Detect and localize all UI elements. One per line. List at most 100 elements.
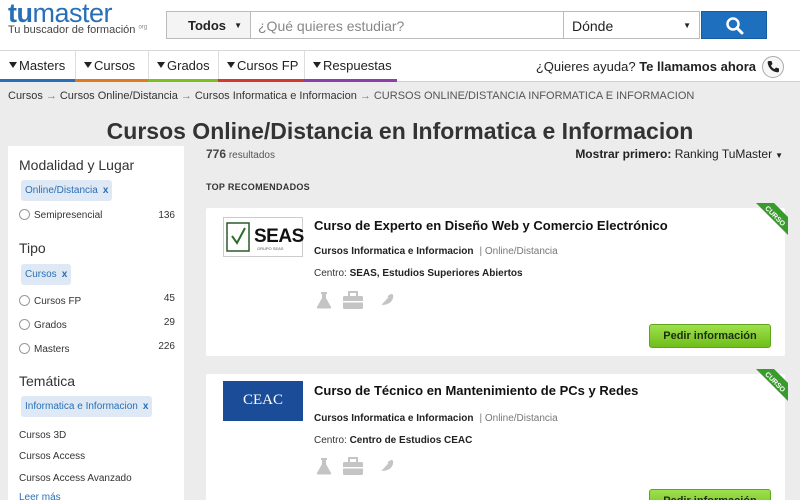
centro-label: Centro: [314,268,347,279]
option-label: Grados [34,320,67,331]
active-filter-chip[interactable]: Cursos x [21,264,72,285]
course-card[interactable]: SEAS GRUPO SEAS Curso de Experto en Dise… [206,203,788,356]
caret-down-icon [313,62,321,68]
nav-item-grados[interactable]: Grados [148,51,218,82]
option-count: 226 [158,341,175,352]
filters-sidebar: Modalidad y Lugar Online/Distancia x Semi… [8,146,184,500]
radio-button[interactable] [19,209,30,220]
remove-filter-icon[interactable]: x [143,401,149,412]
breadcrumb-current: CURSOS ONLINE/DISTANCIA INFORMATICA E IN… [373,90,695,102]
centro-name[interactable]: SEAS, Estudios Superiores Abiertos [350,268,523,279]
radio-button[interactable] [19,319,30,330]
site-tagline: Tu buscador de formación org [8,24,147,36]
option-count: 136 [158,210,175,221]
nav-underline [304,79,397,82]
help-text: ¿Quieres ayuda? [535,59,636,74]
course-mode: | Online/Distancia [479,246,558,257]
breadcrumb-link-online[interactable]: Cursos Online/Distancia [60,90,178,102]
nav-label: Cursos FP [237,58,299,73]
help-callout[interactable]: ¿Quieres ayuda? Te llamamos ahora [536,59,756,74]
search-input[interactable]: ¿Qué quieres estudiar? [250,11,564,39]
results-number: 776 [206,147,227,161]
chip-label: Online/Distancia [25,185,98,196]
results-count: 776 resultados [206,147,275,161]
tematica-link[interactable]: Cursos Access Avanzado [19,473,132,484]
course-category[interactable]: Cursos Informatica e Informacion [314,413,473,424]
filter-heading-tipo: Tipo [19,240,46,256]
caret-down-icon [157,62,165,68]
centro-label: Centro: [314,435,347,446]
option-label: Cursos FP [34,296,82,307]
radio-button[interactable] [19,343,30,354]
curso-ribbon: CURSO [756,203,788,235]
search-button[interactable] [701,11,767,39]
chevron-down-icon: ▼ [683,21,691,30]
tagline-sup: org [138,24,148,31]
nav-underline [148,79,218,82]
option-label: Semipresencial [34,210,103,221]
search-icon [726,17,744,35]
course-title[interactable]: Curso de Técnico en Mantenimiento de PCs… [314,383,638,398]
breadcrumb-arrow-icon: → [45,90,57,102]
feature-icons [314,290,399,317]
chevron-down-icon: ▼ [775,151,783,160]
nav-label: Respuestas [323,58,392,73]
sort-value: Ranking TuMaster [674,147,773,161]
nav-item-cursos[interactable]: Cursos [75,51,148,82]
tematica-link[interactable]: Cursos 3D [19,430,66,441]
results-label: resultados [228,150,275,161]
option-count: 45 [163,293,175,304]
chevron-down-icon: ▼ [234,21,242,30]
nav-label: Cursos [94,58,136,73]
section-label: TOP RECOMENDADOS [206,182,310,192]
chip-label: Informatica e Informacion [25,401,138,412]
briefcase-icon [342,290,364,315]
nav-underline [75,79,148,82]
phone-button[interactable] [762,56,784,78]
flask-icon [314,290,334,315]
breadcrumb-link-cursos[interactable]: Cursos [8,90,43,102]
filter-heading-modalidad: Modalidad y Lugar [19,157,135,173]
radio-button[interactable] [19,295,30,306]
nav-underline [0,79,75,82]
pedir-informacion-button[interactable]: Pedir información [649,324,771,348]
course-title[interactable]: Curso de Experto en Diseño Web y Comerci… [314,218,668,233]
curso-ribbon: CURSO [756,369,788,401]
remove-filter-icon[interactable]: x [103,185,109,196]
remove-filter-icon[interactable]: x [62,269,68,280]
feature-icons [314,456,399,483]
sort-label: Mostrar primero: [575,147,672,161]
nav-item-respuestas[interactable]: Respuestas [304,51,397,82]
main-nav: Masters Cursos Grados Cursos FP Respuest… [0,50,800,82]
active-filter-chip[interactable]: Informatica e Informacion x [21,396,153,417]
caret-down-icon [84,62,92,68]
course-mode: | Online/Distancia [479,413,558,424]
breadcrumb-link-informatica[interactable]: Cursos Informatica e Informacion [195,90,357,102]
centro-name[interactable]: Centro de Estudios CEAC [350,435,473,446]
chip-label: Cursos [25,269,57,280]
course-meta: Cursos Informatica e Informacion | Online… [314,246,558,257]
read-more-link[interactable]: Leer más [19,492,61,500]
seas-logo: SEAS GRUPO SEAS [223,217,304,257]
course-centro: Centro: Centro de Estudios CEAC [314,435,472,446]
course-card[interactable]: CEAC Curso de Técnico en Mantenimiento d… [206,369,788,500]
active-filter-chip[interactable]: Online/Distancia x [21,180,113,201]
category-value: Todos [188,18,227,33]
location-value: Dónde [572,18,614,34]
ceac-logo-text: CEAC [223,381,303,421]
ceac-logo: CEAC [223,381,303,421]
flask-icon [314,456,334,481]
filter-heading-tematica: Temática [19,373,76,389]
course-category[interactable]: Cursos Informatica e Informacion [314,246,473,257]
pedir-informacion-button[interactable]: Pedir información [649,489,771,500]
nav-item-cursos-fp[interactable]: Cursos FP [218,51,304,82]
sort-dropdown[interactable]: Mostrar primero: Ranking TuMaster ▼ [575,147,783,161]
feather-icon [373,456,395,483]
location-dropdown[interactable]: Dónde ▼ [563,11,700,39]
help-cta: Te llamamos ahora [639,59,756,74]
category-dropdown[interactable]: Todos ▼ [166,11,251,39]
tematica-link[interactable]: Cursos Access [19,451,85,462]
nav-label: Grados [167,58,210,73]
header: tumaster Tu buscador de formación org To… [0,0,800,50]
nav-item-masters[interactable]: Masters [0,51,75,82]
